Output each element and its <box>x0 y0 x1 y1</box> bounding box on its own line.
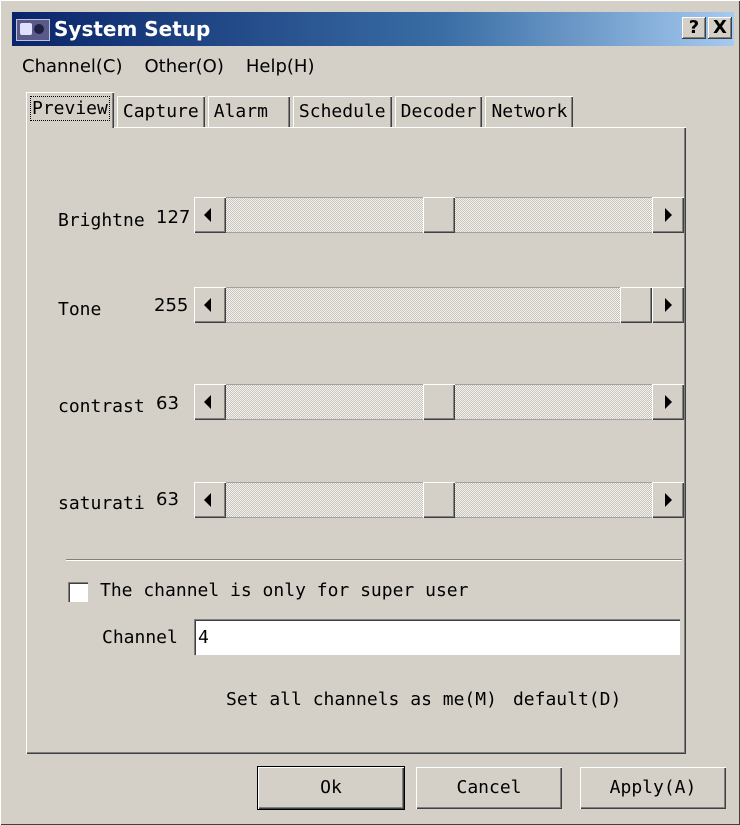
tab-preview-label: Preview <box>30 96 110 121</box>
saturation-value: 63 <box>156 489 179 510</box>
contrast-slider[interactable] <box>194 384 684 420</box>
tab-alarm[interactable]: Alarm <box>207 96 290 128</box>
help-button[interactable]: ? <box>682 17 706 39</box>
ok-button[interactable]: Ok <box>258 767 404 809</box>
arrow-right-icon <box>665 395 672 409</box>
default-button[interactable]: default(D) <box>513 689 621 710</box>
brightness-value: 127 <box>156 207 191 228</box>
contrast-value: 63 <box>156 393 179 414</box>
separator <box>66 559 682 561</box>
arrow-right-icon <box>665 298 672 312</box>
title-bar: System Setup ? X <box>12 12 734 46</box>
contrast-slider-thumb[interactable] <box>423 384 455 420</box>
contrast-scroll-left-button[interactable] <box>194 384 226 420</box>
tab-schedule[interactable]: Schedule <box>292 96 392 128</box>
cancel-button[interactable]: Cancel <box>416 767 562 809</box>
tab-network[interactable]: Network <box>485 96 574 128</box>
saturation-scroll-left-button[interactable] <box>194 482 226 518</box>
channel-input[interactable] <box>194 619 680 655</box>
brightness-label: Brightne <box>58 210 145 231</box>
brightness-slider-thumb[interactable] <box>423 197 455 233</box>
tab-decoder[interactable]: Decoder <box>394 96 483 128</box>
menu-help[interactable]: Help(H) <box>246 54 315 82</box>
preview-panel: Brightne 127 Tone 255 contrast 63 satura… <box>26 127 686 754</box>
brightness-scroll-right-button[interactable] <box>652 197 684 233</box>
saturation-scroll-right-button[interactable] <box>652 482 684 518</box>
close-button[interactable]: X <box>708 17 732 39</box>
arrow-left-icon <box>204 298 211 312</box>
channel-actions: Set all channels as me(M) default(D) <box>226 689 621 710</box>
tab-capture[interactable]: Capture <box>116 96 205 128</box>
contrast-scroll-right-button[interactable] <box>652 384 684 420</box>
tone-slider-thumb[interactable] <box>620 287 652 323</box>
channel-label: Channel <box>102 627 178 648</box>
arrow-left-icon <box>204 493 211 507</box>
tone-scroll-left-button[interactable] <box>194 287 226 323</box>
menu-other[interactable]: Other(O) <box>145 54 224 82</box>
brightness-slider[interactable] <box>194 197 684 233</box>
arrow-left-icon <box>204 395 211 409</box>
tab-strip: Preview Capture Alarm Schedule Decoder N… <box>26 92 576 128</box>
saturation-slider[interactable] <box>194 482 684 518</box>
app-icon <box>16 19 50 41</box>
tab-preview[interactable]: Preview <box>26 92 114 128</box>
brightness-scroll-left-button[interactable] <box>194 197 226 233</box>
tone-scroll-right-button[interactable] <box>652 287 684 323</box>
menu-bar: Channel(C) Other(O) Help(H) <box>22 54 314 82</box>
saturation-label: saturati <box>58 493 145 514</box>
arrow-right-icon <box>665 493 672 507</box>
arrow-left-icon <box>204 208 211 222</box>
tone-label: Tone <box>58 299 102 320</box>
window-title: System Setup <box>54 17 211 41</box>
tone-value: 255 <box>154 295 189 316</box>
set-all-channels-button[interactable]: Set all channels as me(M) <box>226 689 497 710</box>
tone-slider[interactable] <box>194 287 684 323</box>
system-setup-window: System Setup ? X Channel(C) Other(O) Hel… <box>0 0 740 825</box>
saturation-slider-thumb[interactable] <box>423 482 455 518</box>
contrast-label: contrast <box>58 396 145 417</box>
super-user-checkbox[interactable] <box>68 582 88 602</box>
super-user-checkbox-label[interactable]: The channel is only for super user <box>100 580 468 601</box>
arrow-right-icon <box>665 208 672 222</box>
apply-button[interactable]: Apply(A) <box>580 767 726 809</box>
menu-channel[interactable]: Channel(C) <box>22 54 123 82</box>
